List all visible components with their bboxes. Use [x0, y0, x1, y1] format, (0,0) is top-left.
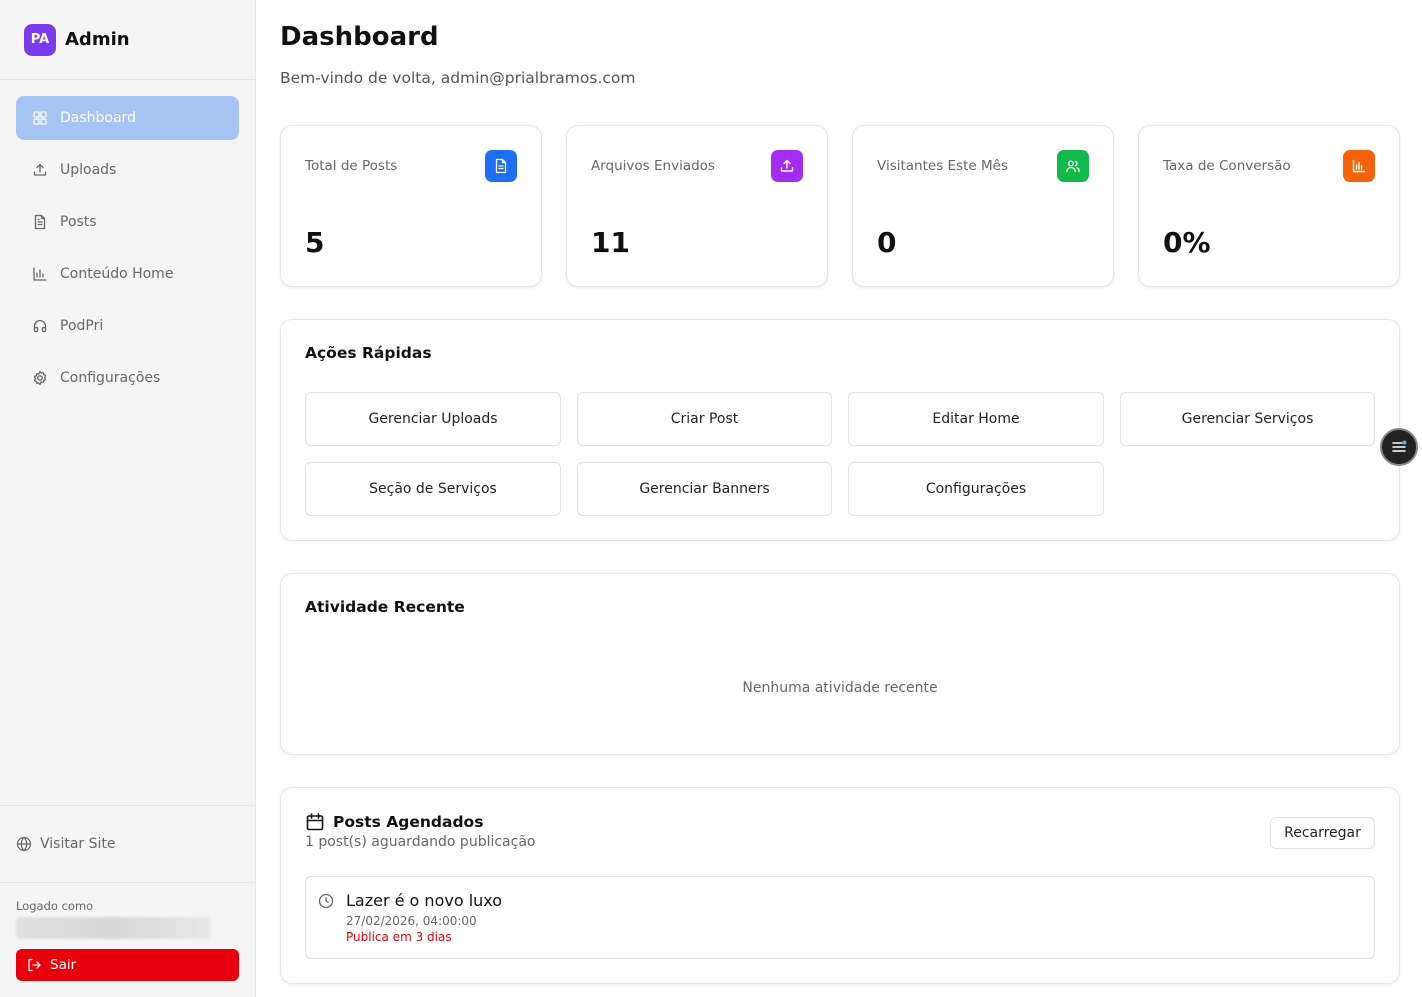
stat-card-visitantes: Visitantes Este Mês 0: [852, 125, 1114, 287]
sidebar-item-podpri[interactable]: PodPri: [16, 304, 239, 348]
stat-value: 0: [877, 226, 897, 259]
scheduled-title: Posts Agendados: [333, 813, 484, 831]
stat-card-total-posts: Total de Posts 5: [280, 125, 542, 287]
gerenciar-banners-button[interactable]: Gerenciar Banners: [577, 462, 832, 516]
page-title: Dashboard: [280, 22, 439, 52]
welcome-text: Bem-vindo de volta, admin@prialbramos.co…: [280, 69, 636, 87]
sidebar-item-uploads[interactable]: Uploads: [16, 148, 239, 192]
stat-label: Total de Posts: [305, 158, 398, 174]
recent-activity-title: Atividade Recente: [305, 598, 465, 616]
logged-as-label: Logado como: [16, 899, 94, 913]
reload-button[interactable]: Recarregar: [1270, 817, 1375, 849]
sidebar-nav: Dashboard Uploads Posts Conteúdo Home Po…: [0, 80, 255, 400]
sidebar-footer: Visitar Site Logado como Sair: [0, 805, 255, 997]
criar-post-button[interactable]: Criar Post: [577, 392, 832, 446]
visit-site-label: Visitar Site: [40, 836, 116, 852]
quick-actions-title: Ações Rápidas: [305, 344, 432, 362]
secao-servicos-button[interactable]: Seção de Serviços: [305, 462, 561, 516]
gear-icon: [32, 370, 48, 386]
dashboard-icon: [32, 110, 48, 126]
users-icon: [1057, 150, 1089, 182]
upload-icon: [32, 162, 48, 178]
sidebar: PA Admin Dashboard Uploads Posts Conteúd…: [0, 0, 256, 997]
stat-value: 11: [591, 226, 630, 259]
bar-chart-icon: [1343, 150, 1375, 182]
stat-label: Visitantes Este Mês: [877, 158, 1008, 174]
main-content: Dashboard Bem-vindo de volta, admin@pria…: [256, 0, 1422, 997]
sidebar-item-label: Posts: [60, 214, 97, 230]
sidebar-item-conteudo-home[interactable]: Conteúdo Home: [16, 252, 239, 296]
floating-menu-button[interactable]: [1380, 428, 1418, 466]
sidebar-item-posts[interactable]: Posts: [16, 200, 239, 244]
scheduled-subtitle: 1 post(s) aguardando publicação: [305, 834, 536, 850]
globe-icon: [16, 836, 32, 852]
menu-icon: [1392, 440, 1407, 452]
recent-activity-panel: Atividade Recente Nenhuma atividade rece…: [280, 573, 1400, 755]
list-item[interactable]: Lazer é o novo luxo 27/02/2026, 04:00:00…: [305, 876, 1375, 959]
scheduled-posts-panel: Posts Agendados 1 post(s) aguardando pub…: [280, 787, 1400, 984]
bar-chart-icon: [32, 266, 48, 282]
sidebar-item-configuracoes[interactable]: Configurações: [16, 356, 239, 400]
logout-button[interactable]: Sair: [16, 949, 239, 981]
logged-user-redacted: [16, 917, 211, 939]
logout-icon: [28, 958, 41, 972]
empty-state: Nenhuma atividade recente: [742, 680, 938, 696]
stat-card-taxa-conversao: Taxa de Conversão 0%: [1138, 125, 1400, 287]
gerenciar-servicos-button[interactable]: Gerenciar Serviços: [1120, 392, 1375, 446]
gerenciar-uploads-button[interactable]: Gerenciar Uploads: [305, 392, 561, 446]
sidebar-item-label: PodPri: [60, 318, 104, 334]
logout-label: Sair: [50, 957, 77, 973]
calendar-icon: [306, 813, 324, 831]
stat-card-arquivos-enviados: Arquivos Enviados 11: [566, 125, 828, 287]
quick-actions-panel: Ações Rápidas Gerenciar Uploads Criar Po…: [280, 319, 1400, 541]
upload-icon: [771, 150, 803, 182]
sidebar-item-dashboard[interactable]: Dashboard: [16, 96, 239, 140]
stat-label: Arquivos Enviados: [591, 158, 715, 174]
sidebar-item-label: Dashboard: [60, 110, 136, 126]
editar-home-button[interactable]: Editar Home: [848, 392, 1104, 446]
post-date: 27/02/2026, 04:00:00: [346, 914, 477, 928]
headphones-icon: [32, 318, 48, 334]
brand-name: Admin: [65, 29, 130, 50]
logged-in-panel: Logado como Sair: [0, 883, 255, 997]
sidebar-item-label: Uploads: [60, 162, 117, 178]
brand[interactable]: PA Admin: [0, 0, 255, 80]
file-text-icon: [32, 214, 48, 230]
sidebar-item-label: Configurações: [60, 370, 161, 386]
stat-label: Taxa de Conversão: [1163, 158, 1291, 174]
post-status: Publica em 3 dias: [346, 930, 452, 944]
configuracoes-button[interactable]: Configurações: [848, 462, 1104, 516]
scheduled-header: Posts Agendados: [305, 812, 483, 832]
visit-site-link[interactable]: Visitar Site: [0, 805, 255, 883]
file-text-icon: [485, 150, 517, 182]
stat-value: 0%: [1163, 226, 1211, 259]
clock-icon: [318, 893, 334, 909]
sidebar-item-label: Conteúdo Home: [60, 266, 174, 282]
stat-value: 5: [305, 226, 325, 259]
post-title: Lazer é o novo luxo: [346, 891, 503, 910]
brand-logo: PA: [24, 23, 56, 56]
